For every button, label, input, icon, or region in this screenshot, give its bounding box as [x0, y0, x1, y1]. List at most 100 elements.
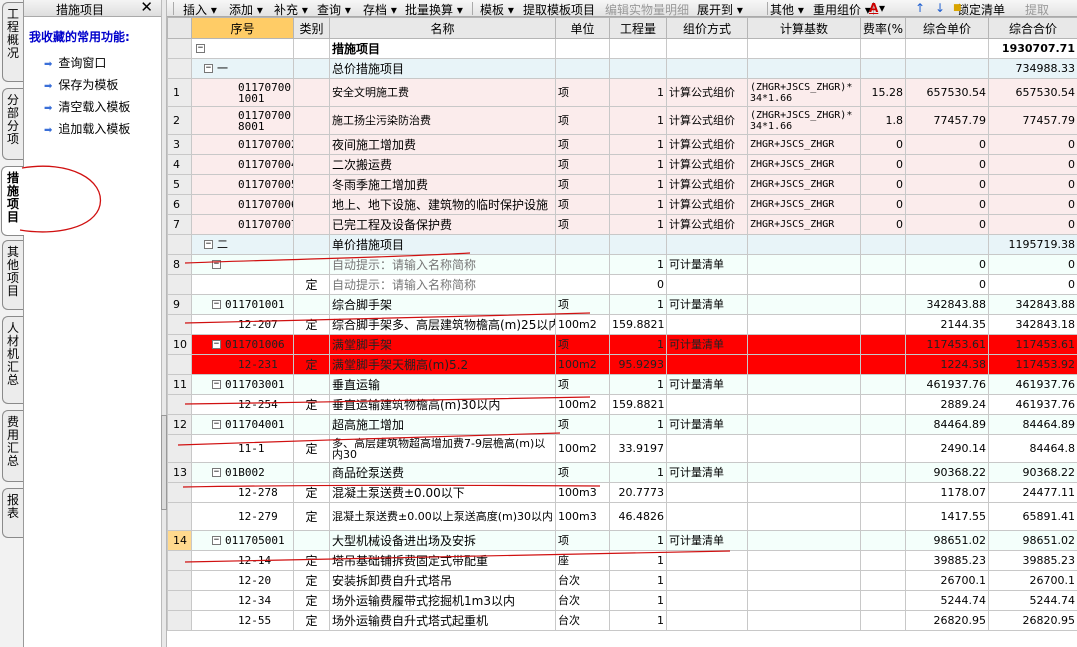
quantity-cell[interactable]: 1 [609, 254, 667, 275]
row-number-cell[interactable]: 8 [167, 254, 192, 275]
query-menu[interactable]: 查询 ▾ [317, 1, 351, 16]
table-row[interactable]: 4 011707004 二次搬运费 项 1 计算公式组价 ZHGR+JSCS_ZHGR 0 0 0 [167, 154, 1077, 175]
calc-base-cell[interactable]: ZHGR+JSCS_ZHGR [747, 154, 861, 175]
rate-cell[interactable] [860, 414, 906, 435]
code-cell[interactable]: − 二 [191, 234, 294, 255]
quantity-cell[interactable]: 20.7773 [609, 482, 667, 503]
code-cell[interactable]: 11-1 [191, 434, 294, 463]
collapse-toggle-icon[interactable]: − [212, 380, 221, 389]
table-row[interactable]: 12-279 定 混凝土泵送费±0.00以上泵送高度(m)30以内 100m3 46.4… [167, 502, 1077, 531]
code-cell[interactable]: −011701006 [191, 334, 294, 355]
quantity-cell[interactable]: 1 [609, 550, 667, 571]
calc-base-cell[interactable]: ZHGR+JSCS_ZHGR [747, 134, 861, 155]
code-cell[interactable]: − [191, 38, 294, 59]
collapse-toggle-icon[interactable]: − [196, 44, 205, 53]
table-row[interactable]: 12-34 定场外运输费履带式挖掘机1m3以内 台次 1 5244.74 5244.74 [167, 590, 1077, 611]
unit-price-cell[interactable]: 2889.24 [905, 394, 989, 415]
name-cell[interactable]: 夜间施工增加费 [329, 134, 556, 155]
row-number-cell[interactable] [167, 434, 192, 463]
total-price-cell[interactable]: 0 [988, 214, 1077, 235]
total-price-cell[interactable]: 1195719.38 [988, 234, 1077, 255]
code-cell[interactable]: 12-20 [191, 570, 294, 591]
quantity-cell[interactable]: 1 [609, 214, 667, 235]
quantity-cell[interactable] [609, 38, 667, 59]
name-cell[interactable]: 满堂脚手架天棚高(m)5.2 [329, 354, 556, 375]
quantity-cell[interactable]: 95.9293 [609, 354, 667, 375]
calc-base-cell[interactable]: ZHGR+JSCS_ZHGR [747, 174, 861, 195]
rate-cell[interactable] [860, 610, 906, 631]
category-cell[interactable]: 定 [293, 354, 330, 375]
name-cell[interactable]: 垂直运输 [329, 374, 556, 395]
category-cell[interactable]: 定 [293, 610, 330, 631]
rate-cell[interactable] [860, 374, 906, 395]
unit-cell[interactable]: 项 [555, 334, 610, 355]
calc-base-cell[interactable]: ZHGR+JSCS_ZHGR [747, 214, 861, 235]
rate-cell[interactable] [860, 550, 906, 571]
unit-cell[interactable]: 项 [555, 78, 610, 107]
row-number-cell[interactable] [167, 610, 192, 631]
name-cell[interactable]: 塔吊基础铺拆费固定式带配重 [329, 550, 556, 571]
rate-cell[interactable]: 0 [860, 154, 906, 175]
pricing-method-cell[interactable] [666, 274, 748, 295]
calc-base-cell[interactable] [747, 550, 861, 571]
pricing-method-cell[interactable] [666, 570, 748, 591]
calc-base-cell[interactable] [747, 434, 861, 463]
category-cell[interactable]: 定 [293, 434, 330, 463]
vertical-tab-5[interactable]: 费用汇总 [2, 410, 23, 482]
pricing-method-cell[interactable] [666, 550, 748, 571]
category-cell[interactable]: 定 [293, 590, 330, 611]
unit-cell[interactable]: 100m3 [555, 502, 610, 531]
unit-cell[interactable]: 100m3 [555, 482, 610, 503]
pricing-method-cell[interactable] [666, 314, 748, 335]
pricing-method-cell[interactable] [666, 58, 748, 79]
name-cell[interactable]: 多、高层建筑物超高增加费7-9层檐高(m)以内30 [329, 434, 556, 463]
unit-price-cell[interactable]: 90368.22 [905, 462, 989, 483]
calc-base-cell[interactable] [747, 394, 861, 415]
row-number-cell[interactable]: 10 [167, 334, 192, 355]
table-row[interactable]: 12-278 定混凝土泵送费±0.00以下 100m3 20.7773 1178.07 2… [167, 482, 1077, 503]
pricing-method-cell[interactable]: 计算公式组价 [666, 106, 748, 135]
row-number-cell[interactable] [167, 314, 192, 335]
extract-template-button[interactable]: 提取模板项目 [523, 1, 595, 16]
table-row[interactable]: 3 011707002 夜间施工增加费 项 1 计算公式组价 ZHGR+JSCS_ZHGR 0… [167, 134, 1077, 155]
lock-list-button[interactable]: 锁定清单 [957, 1, 1005, 16]
total-price-cell[interactable]: 117453.61 [988, 334, 1077, 355]
unit-price-cell[interactable]: 84464.89 [905, 414, 989, 435]
rate-cell[interactable] [860, 334, 906, 355]
code-cell[interactable]: 12-34 [191, 590, 294, 611]
col-header-quantity[interactable]: 工程量 [609, 17, 667, 39]
unit-price-cell[interactable] [905, 234, 989, 255]
code-cell[interactable]: −011701001 [191, 294, 294, 315]
row-number-cell[interactable]: 9 [167, 294, 192, 315]
unit-price-cell[interactable]: 342843.88 [905, 294, 989, 315]
unit-cell[interactable]: 座 [555, 550, 610, 571]
name-cell[interactable]: 综合脚手架 [329, 294, 556, 315]
unit-price-cell[interactable]: 98651.02 [905, 530, 989, 551]
calc-base-cell[interactable] [747, 274, 861, 295]
pricing-method-cell[interactable] [666, 502, 748, 531]
total-price-cell[interactable]: 0 [988, 194, 1077, 215]
row-number-cell[interactable]: 3 [167, 134, 192, 155]
rate-cell[interactable] [860, 274, 906, 295]
row-number-cell[interactable] [167, 590, 192, 611]
name-cell[interactable]: 安全文明施工费 [329, 78, 556, 107]
table-row[interactable]: − 措施项目 1930707.71 [167, 38, 1077, 59]
quantity-cell[interactable]: 1 [609, 462, 667, 483]
expand-to-menu[interactable]: 展开到 ▾ [697, 1, 743, 16]
quantity-cell[interactable]: 1 [609, 414, 667, 435]
code-cell[interactable]: 12-254 [191, 394, 294, 415]
quantity-cell[interactable]: 46.4826 [609, 502, 667, 531]
row-number-cell[interactable]: 13 [167, 462, 192, 483]
total-price-cell[interactable]: 5244.74 [988, 590, 1077, 611]
rate-cell[interactable] [860, 482, 906, 503]
category-cell[interactable] [293, 254, 330, 275]
category-cell[interactable]: 定 [293, 274, 330, 295]
calc-base-cell[interactable] [747, 234, 861, 255]
col-header-category[interactable]: 类别 [293, 17, 330, 39]
table-row[interactable]: 14 −011705001 大型机械设备进出场及安拆 项 1 可计量清单 98651.02 9… [167, 530, 1077, 551]
unit-price-cell[interactable]: 657530.54 [905, 78, 989, 107]
row-number-cell[interactable] [167, 482, 192, 503]
name-cell[interactable]: 安装拆卸费自升式塔吊 [329, 570, 556, 591]
name-cell[interactable]: 已完工程及设备保护费 [329, 214, 556, 235]
color-picker-dropdown[interactable]: ▾ [879, 1, 885, 15]
